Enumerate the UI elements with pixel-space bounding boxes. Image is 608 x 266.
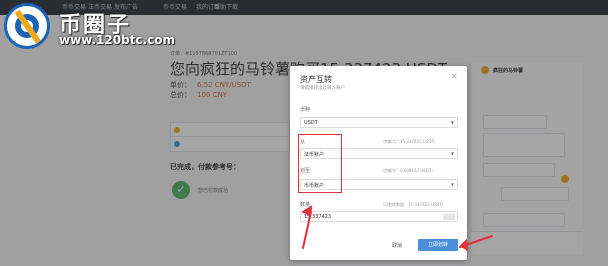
annotation-arrows	[302, 205, 493, 251]
